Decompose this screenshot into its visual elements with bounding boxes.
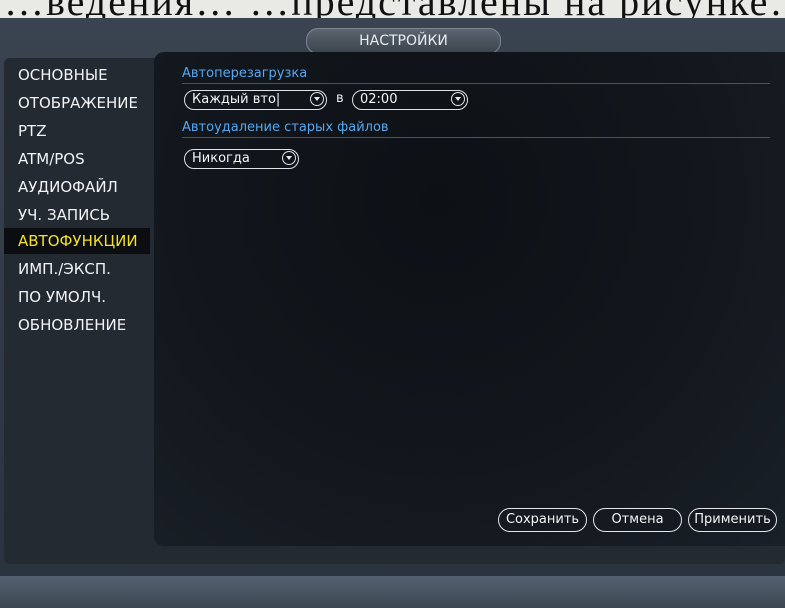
- section-divider: [182, 83, 770, 84]
- chevron-down-icon: [310, 92, 324, 106]
- background-document-text: …ведения… …представлены на рисунке…: [0, 0, 785, 18]
- auto-delete-select[interactable]: Никогда: [184, 149, 299, 169]
- auto-delete-value: Никогда: [192, 151, 250, 166]
- at-label: в: [336, 91, 344, 106]
- auto-delete-title: Автоудаление старых файлов: [182, 120, 389, 135]
- chevron-down-icon: [282, 151, 296, 165]
- sidebar-item-audio[interactable]: АУДИОФАЙЛ: [4, 174, 150, 200]
- save-button[interactable]: Сохранить: [498, 508, 587, 532]
- sidebar-item-atm-pos[interactable]: ATM/POS: [4, 146, 150, 172]
- auto-reboot-title: Автоперезагрузка: [182, 66, 308, 81]
- apply-button[interactable]: Применить: [688, 508, 777, 532]
- sidebar-item-import-export[interactable]: ИМП./ЭКСП.: [4, 256, 150, 282]
- dvr-screen: НАСТРОЙКИ ОСНОВНЫЕ ОТОБРАЖЕНИЕ PTZ ATM/P…: [0, 18, 785, 608]
- sidebar-item-accounts[interactable]: УЧ. ЗАПИСЬ: [4, 202, 150, 228]
- reboot-time-select[interactable]: 02:00: [352, 90, 468, 110]
- content-area: Автоперезагрузка Каждый вто| в 02:00 Авт…: [154, 52, 785, 546]
- sidebar-item-default[interactable]: ПО УМОЛЧ.: [4, 284, 150, 310]
- cancel-button[interactable]: Отмена: [593, 508, 682, 532]
- reboot-day-value: Каждый вто|: [192, 92, 281, 107]
- section-divider: [182, 137, 770, 138]
- sidebar-item-display[interactable]: ОТОБРАЖЕНИЕ: [4, 90, 150, 116]
- bottom-bar: [0, 576, 785, 608]
- reboot-time-value: 02:00: [360, 92, 398, 107]
- reboot-day-select[interactable]: Каждый вто|: [184, 90, 327, 110]
- sidebar-item-auto-functions[interactable]: АВТОФУНКЦИИ: [4, 228, 150, 254]
- chevron-down-icon: [451, 92, 465, 106]
- sidebar-item-ptz[interactable]: PTZ: [4, 118, 150, 144]
- sidebar: ОСНОВНЫЕ ОТОБРАЖЕНИЕ PTZ ATM/POS АУДИОФА…: [4, 62, 150, 542]
- page-title: НАСТРОЙКИ: [306, 28, 501, 54]
- sidebar-item-basic[interactable]: ОСНОВНЫЕ: [4, 62, 150, 88]
- sidebar-item-update[interactable]: ОБНОВЛЕНИЕ: [4, 312, 150, 338]
